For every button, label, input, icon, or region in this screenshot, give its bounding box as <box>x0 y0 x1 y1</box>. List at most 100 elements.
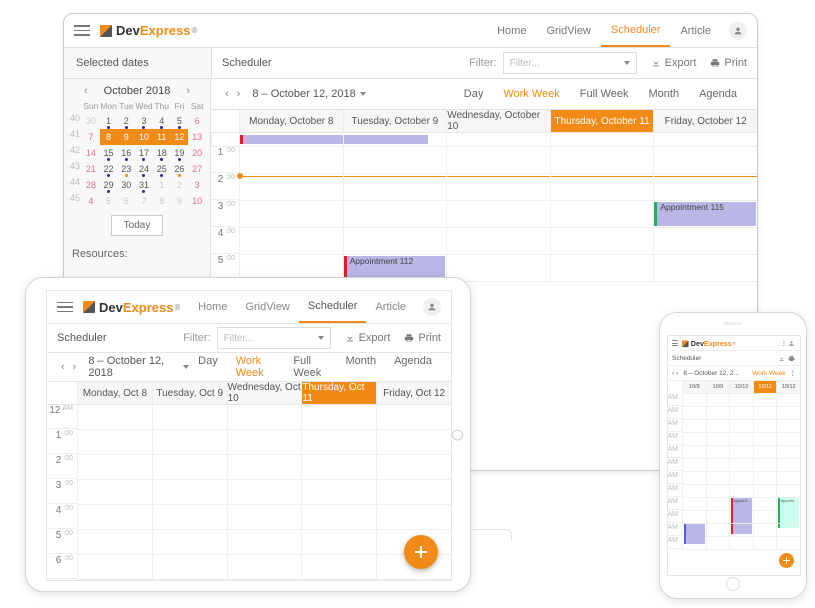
day-header[interactable]: 10/12 <box>776 381 800 394</box>
cal-month-label: October 2018 <box>104 85 171 97</box>
filter-dropdown[interactable]: Filter... <box>503 52 637 74</box>
view-switcher: Day Work Week Full Week Month Agenda <box>454 80 747 108</box>
date-range-picker[interactable]: 8 – October 12, 2018 <box>88 355 189 379</box>
resources-label: Resources: <box>68 242 206 260</box>
view-agenda[interactable]: Agenda <box>689 80 747 108</box>
nav-gridview[interactable]: GridView <box>236 292 298 322</box>
brand-logo: DevExpress® <box>682 339 736 347</box>
export-button[interactable]: Export <box>651 57 697 69</box>
view-day[interactable]: Day <box>189 348 227 386</box>
tablet-range-row: ‹ › 8 – October 12, 2018 Day Work Week F… <box>47 353 451 382</box>
page-title: Scheduler <box>57 332 107 344</box>
fab-add-button[interactable] <box>779 553 794 568</box>
export-button[interactable]: Export <box>345 332 391 344</box>
logo-mark-icon <box>83 301 95 313</box>
today-button[interactable]: Today <box>111 215 163 236</box>
logo-express: Express <box>140 23 191 38</box>
view-workweek[interactable]: Work Week <box>752 370 785 377</box>
user-avatar[interactable] <box>729 22 747 40</box>
tablet-time-grid[interactable]: 12AM 1:00 2:00 3:00 4:00 5:00 6:00 <box>47 405 451 580</box>
phone-range-row: ‹ › 8 – October 12, 2... Work Week ⋮ <box>668 366 800 381</box>
day-header[interactable]: Monday, Oct 8 <box>77 382 152 405</box>
day-header[interactable]: Wednesday, October 10 <box>446 110 550 133</box>
phone-time-grid[interactable]: 12AM 1AM 2AM 3AM 4AM 5AM 6AM 7AM 8AM App… <box>668 394 800 550</box>
view-switcher: Day Work Week Full Week Month Agenda <box>189 348 441 386</box>
range-next[interactable]: › <box>676 370 678 377</box>
print-button[interactable]: Print <box>710 57 747 69</box>
view-fullweek[interactable]: Full Week <box>570 80 639 108</box>
download-icon <box>345 333 355 343</box>
view-day[interactable]: Day <box>454 80 494 108</box>
download-icon[interactable] <box>776 353 786 363</box>
day-header[interactable]: Friday, October 12 <box>653 110 757 133</box>
view-agenda[interactable]: Agenda <box>385 348 441 386</box>
nav-article[interactable]: Article <box>366 292 415 322</box>
fab-add-button[interactable] <box>404 535 438 569</box>
range-prev[interactable]: ‹ <box>57 361 69 373</box>
user-avatar[interactable] <box>423 298 441 316</box>
phone-window: DevExpress® ⋮ Scheduler ‹ › <box>659 312 807 599</box>
logo-reg: ® <box>191 26 197 35</box>
desktop-toolbar: Selected dates Scheduler Filter: Filter.… <box>64 48 757 79</box>
day-header[interactable]: Friday, Oct 12 <box>376 382 451 405</box>
menu-dots-icon[interactable]: ⋮ <box>790 369 797 377</box>
download-icon <box>651 58 661 68</box>
hamburger-icon[interactable] <box>74 25 90 36</box>
mini-calendar[interactable]: 40 30123456 41 78910111213 42 1415161718… <box>68 113 206 209</box>
view-month[interactable]: Month <box>336 348 385 386</box>
hamburger-icon[interactable] <box>57 302 73 313</box>
nav-home[interactable]: Home <box>189 292 236 322</box>
user-icon[interactable] <box>788 338 796 348</box>
phone-toolbar: Scheduler <box>668 351 800 366</box>
sidebar-title: Selected dates <box>64 48 212 78</box>
day-header-active[interactable]: Thursday, Oct 11 <box>301 382 376 405</box>
tablet-nav: Home GridView Scheduler Article <box>189 291 441 323</box>
nav-scheduler[interactable]: Scheduler <box>299 291 367 323</box>
tablet-home-icon <box>452 429 463 440</box>
range-prev[interactable]: ‹ <box>221 88 233 100</box>
user-icon <box>427 302 437 312</box>
nav-article[interactable]: Article <box>670 16 721 46</box>
range-next[interactable]: › <box>233 88 245 100</box>
time-grid[interactable]: 1:00 2:00 3:00 Appointment 115 4:00 5:00 <box>211 147 757 282</box>
cal-next-month[interactable]: › <box>186 85 190 97</box>
print-button[interactable]: Print <box>404 332 441 344</box>
day-headers: Monday, October 8 Tuesday, October 9 Wed… <box>211 110 757 133</box>
filter-label: Filter: <box>183 332 211 344</box>
day-header[interactable]: Monday, October 8 <box>239 110 343 133</box>
day-header[interactable]: 10/9 <box>706 381 730 394</box>
desktop-header: DevExpress® Home GridView Scheduler Arti… <box>64 14 757 48</box>
logo-dev: Dev <box>116 23 140 38</box>
menu-dots-icon[interactable]: ⋮ <box>780 338 788 348</box>
print-icon[interactable] <box>786 353 796 363</box>
nav-home[interactable]: Home <box>487 16 536 46</box>
day-header[interactable]: Tuesday, October 9 <box>343 110 447 133</box>
chevron-down-icon <box>624 61 630 65</box>
range-next[interactable]: › <box>69 361 81 373</box>
filter-dropdown[interactable]: Filter... <box>217 327 331 349</box>
day-header[interactable]: 10/10 <box>729 381 753 394</box>
date-range-picker[interactable]: 8 – October 12, 2018 <box>252 88 365 100</box>
cal-prev-month[interactable]: ‹ <box>84 85 88 97</box>
day-header[interactable]: 10/8 <box>682 381 706 394</box>
nav-scheduler[interactable]: Scheduler <box>601 15 671 47</box>
day-header[interactable]: Wednesday, Oct 10 <box>227 382 302 405</box>
chevron-down-icon <box>360 92 366 96</box>
hamburger-icon[interactable] <box>672 340 678 346</box>
date-range-picker[interactable]: 8 – October 12, 2... <box>683 370 739 377</box>
day-header-active[interactable]: 10/11 <box>753 381 777 394</box>
chevron-down-icon <box>318 336 324 340</box>
page-title: Scheduler <box>212 57 272 69</box>
tablet-window: DevExpress® Home GridView Scheduler Arti… <box>25 277 471 592</box>
day-header[interactable]: Tuesday, Oct 9 <box>152 382 227 405</box>
nav-gridview[interactable]: GridView <box>536 16 600 46</box>
view-month[interactable]: Month <box>638 80 689 108</box>
appointment-115[interactable]: Appointment 115 <box>654 202 756 226</box>
view-workweek[interactable]: Work Week <box>493 80 569 108</box>
phone-header: DevExpress® ⋮ <box>668 336 800 351</box>
range-prev[interactable]: ‹ <box>672 370 674 377</box>
day-header-active[interactable]: Thursday, October 11 <box>550 110 654 133</box>
brand-logo: DevExpress® <box>83 300 180 315</box>
view-fullweek[interactable]: Full Week <box>284 348 336 386</box>
view-workweek[interactable]: Work Week <box>227 348 285 386</box>
